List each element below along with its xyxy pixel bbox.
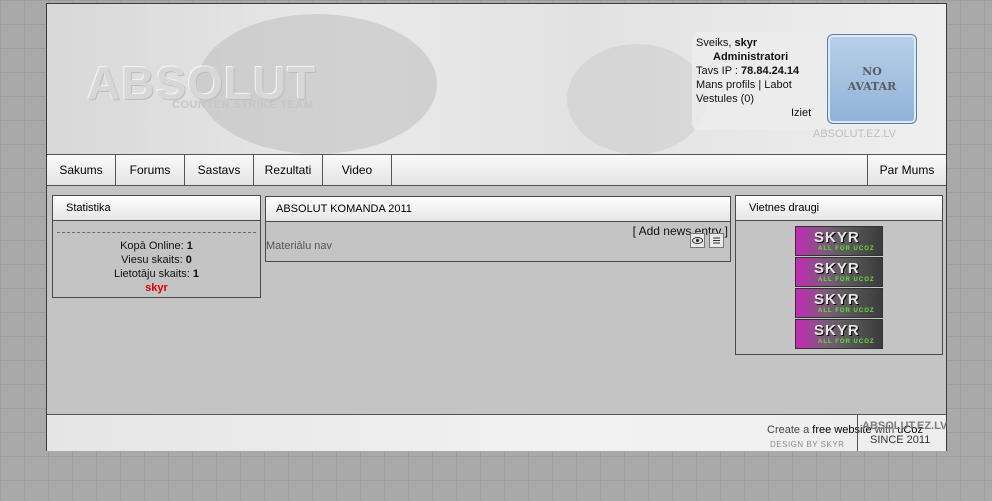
- online-count: Kopā Online: 1: [53, 239, 260, 253]
- friends-box: Vietnes draugi SKYR ALL FOR UCOZ SKYR AL…: [735, 195, 943, 355]
- create-text: Create a: [767, 424, 810, 436]
- header: ABSOLUT COUNTER STRIKE TEAM Sveiks, skyr…: [47, 4, 946, 155]
- banner-subtitle: ALL FOR UCOZ: [818, 308, 875, 314]
- nav-item-sakums[interactable]: Sakums: [47, 155, 116, 185]
- statistics-box: Statistika Kopā Online: 1 Viesu skaits: …: [52, 195, 261, 298]
- online-label: Kopā Online:: [120, 240, 184, 252]
- list-icon[interactable]: [709, 233, 724, 248]
- friend-banner[interactable]: SKYR ALL FOR UCOZ: [795, 319, 883, 349]
- ip-line: Tavs IP : 78.84.24.14: [696, 65, 799, 77]
- nav-item-par-mums[interactable]: Par Mums: [867, 155, 946, 185]
- page-container: ABSOLUT COUNTER STRIKE TEAM Sveiks, skyr…: [46, 3, 947, 451]
- link-separator: |: [758, 79, 762, 91]
- banner-title: SKYR: [814, 322, 860, 339]
- nav-item-forums[interactable]: Forums: [116, 155, 185, 185]
- nav-item-video[interactable]: Video: [323, 155, 392, 185]
- greeting-text: Sveiks,: [696, 37, 732, 49]
- username: skyr: [734, 37, 758, 49]
- footer-logo-block: ABSOLUT.EZ.LV SINCE 2011: [857, 415, 947, 451]
- users-value: 1: [192, 268, 199, 280]
- user-role: Administratori: [713, 51, 789, 63]
- banner-title: SKYR: [814, 229, 860, 246]
- footer-site-logo: ABSOLUT.EZ.LV: [862, 420, 948, 432]
- news-title: ABSOLUT KOMANDA 2011: [266, 197, 730, 222]
- banner-title: SKYR: [814, 291, 860, 308]
- news-box: ABSOLUT KOMANDA 2011 [ Add news entry ] …: [265, 196, 731, 262]
- view-icon[interactable]: [690, 233, 705, 248]
- guests-label: Viesu skaits:: [121, 254, 183, 266]
- friend-banner[interactable]: SKYR ALL FOR UCOZ: [795, 288, 883, 318]
- header-background-art-2: [567, 44, 707, 154]
- friends-title: Vietnes draugi: [736, 196, 942, 221]
- greeting-line: Sveiks, skyr: [696, 37, 757, 49]
- edit-profile-link[interactable]: Labot: [764, 79, 792, 91]
- my-profile-link[interactable]: Mans profils: [696, 79, 755, 91]
- nav-item-rezultati[interactable]: Rezultati: [254, 155, 323, 185]
- logout-link[interactable]: Iziet: [791, 107, 811, 119]
- friend-banner[interactable]: SKYR ALL FOR UCOZ: [795, 257, 883, 287]
- guests-value: 0: [185, 254, 192, 266]
- footer: Create a free website with uCoz DESIGN B…: [47, 414, 947, 451]
- no-materials-text: Materiālu nav: [266, 240, 333, 252]
- main-navigation: Sakums Forums Sastavs Rezultati Video Pa…: [47, 155, 946, 186]
- avatar-text-line2: AVATAR: [847, 80, 897, 93]
- banner-subtitle: ALL FOR UCOZ: [818, 339, 875, 345]
- online-user-link[interactable]: skyr: [53, 281, 260, 295]
- site-logo-subtitle: COUNTER STRIKE TEAM: [172, 99, 314, 111]
- avatar: NO AVATAR: [827, 34, 917, 124]
- guests-count: Viesu skaits: 0: [53, 253, 260, 267]
- divider: [57, 232, 256, 233]
- statistics-title: Statistika: [53, 196, 260, 221]
- friend-banner[interactable]: SKYR ALL FOR UCOZ: [795, 226, 883, 256]
- nav-item-sastavs[interactable]: Sastavs: [185, 155, 254, 185]
- ip-value: 78.84.24.14: [741, 65, 800, 77]
- design-credit: DESIGN BY SKYR: [770, 440, 845, 449]
- users-label: Lietotāju skaits:: [113, 268, 190, 280]
- ip-label: Tavs IP :: [696, 65, 738, 77]
- profile-links: Mans profils | Labot: [696, 79, 792, 91]
- banner-title: SKYR: [814, 260, 860, 277]
- banner-subtitle: ALL FOR UCOZ: [818, 246, 875, 252]
- online-value: 1: [186, 240, 193, 252]
- avatar-text-line1: NO: [862, 65, 882, 78]
- banner-subtitle: ALL FOR UCOZ: [818, 277, 875, 283]
- messages-link[interactable]: Vestules (0): [696, 93, 754, 105]
- header-site-url: ABSOLUT.EZ.LV: [813, 128, 896, 140]
- footer-since: SINCE 2011: [870, 434, 931, 446]
- users-count: Lietotāju skaits: 1: [53, 267, 260, 281]
